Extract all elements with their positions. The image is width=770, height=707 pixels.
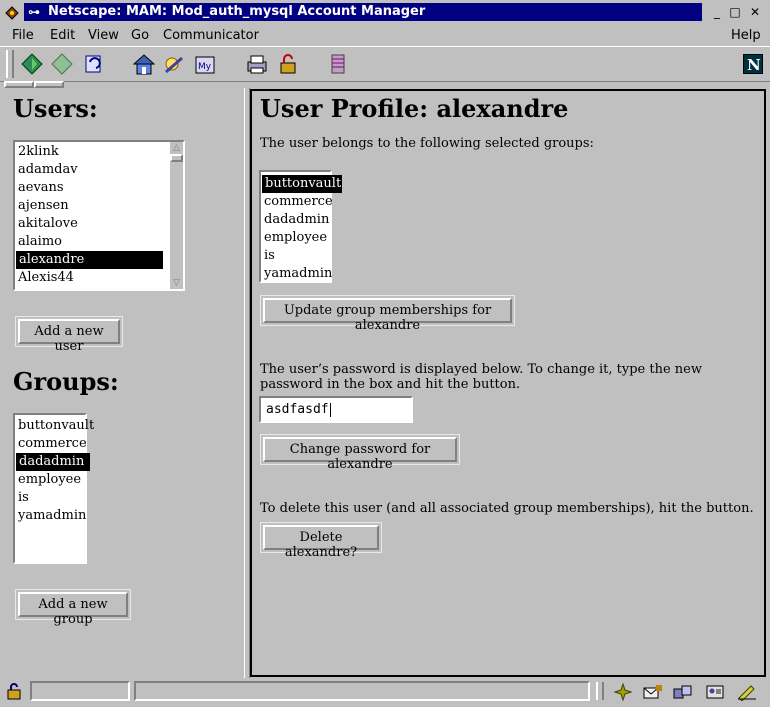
pin-icon[interactable]: ⊶ (28, 3, 40, 21)
scroll-thumb[interactable] (170, 154, 183, 162)
delete-intro-text: To delete this user (and all associated … (260, 501, 754, 516)
membership-list-item[interactable]: buttonvault (262, 175, 343, 193)
users-scrollbar[interactable]: △ ▽ (170, 142, 183, 289)
netscape-app-icon[interactable] (5, 5, 19, 20)
users-heading: Users: (13, 94, 98, 123)
groups-listbox[interactable]: buttonvault commerce dadadmin employee is yam… (13, 413, 94, 564)
user-list-item[interactable]: akitalove (15, 215, 167, 233)
forward-icon[interactable] (50, 52, 74, 76)
composer-icon[interactable] (736, 683, 758, 702)
membership-list-item[interactable]: employee (261, 229, 328, 247)
change-password-button[interactable]: Change password for alexandre (263, 437, 457, 472)
group-list-item[interactable]: yamadmin (15, 507, 86, 525)
group-list-item[interactable]: buttonvault (15, 417, 94, 435)
search-icon[interactable] (162, 52, 186, 76)
add-user-button[interactable]: Add a new user (18, 319, 120, 354)
mail-icon[interactable] (642, 683, 664, 701)
scroll-up-arrow-icon[interactable]: △ (170, 142, 183, 154)
menu-communicator[interactable]: Communicator (163, 28, 259, 43)
toolbar-grip[interactable] (6, 50, 14, 78)
newsgroups-icon[interactable] (672, 683, 694, 701)
window-title-text: Netscape: MAM: Mod_auth_mysql Account Ma… (48, 4, 426, 19)
minimize-button[interactable]: _ (710, 5, 724, 19)
group-list-item[interactable]: employee (15, 471, 83, 489)
status-message (134, 681, 590, 701)
address-book-icon[interactable] (704, 683, 726, 701)
group-list-item[interactable]: is (15, 489, 83, 507)
user-list-item[interactable]: alexandre (16, 251, 163, 269)
maximize-button[interactable]: □ (728, 5, 742, 19)
reload-icon[interactable] (82, 52, 106, 76)
groups-heading: Groups: (13, 367, 119, 396)
stop-icon[interactable] (326, 52, 350, 76)
add-user-button-frame: Add a new user (15, 316, 123, 354)
membership-list-item[interactable]: yamadmin (261, 265, 332, 283)
my-netscape-icon[interactable]: My (193, 52, 217, 76)
svg-text:My: My (198, 62, 212, 72)
scroll-down-arrow-icon[interactable]: ▽ (170, 277, 183, 289)
add-group-button-frame: Add a new group (15, 589, 131, 627)
membership-listbox[interactable]: buttonvault commerce dadadmin employee is yam… (259, 170, 343, 283)
update-groups-button[interactable]: Update group memberships for alexandre (263, 298, 512, 333)
text-cursor (329, 402, 331, 417)
user-list-item[interactable]: ajensen (15, 197, 167, 215)
membership-list-item[interactable]: commerce (261, 193, 333, 211)
collapsed-toolbar-tab[interactable] (34, 81, 64, 88)
group-list-item[interactable]: commerce (15, 435, 87, 453)
menu-edit[interactable]: Edit (50, 28, 75, 43)
users-list: 2klink adamdav aevans ajensen akitalove alaim… (15, 143, 167, 287)
add-group-button[interactable]: Add a new group (18, 592, 128, 627)
menu-help[interactable]: Help (731, 28, 761, 43)
close-button[interactable]: ✕ (748, 5, 762, 19)
menu-view[interactable]: View (88, 28, 119, 43)
groups-intro-text: The user belongs to the following select… (260, 136, 594, 151)
window-title: ⊶ Netscape: MAM: Mod_auth_mysql Account … (24, 3, 702, 21)
membership-list: buttonvault commerce dadadmin employee is yam… (261, 175, 343, 283)
update-groups-button-frame: Update group memberships for alexandre (260, 295, 515, 333)
window-title-bar: ⊶ Netscape: MAM: Mod_auth_mysql Account … (0, 0, 770, 24)
delete-user-button-frame: Delete alexandre? (260, 522, 382, 560)
navigator-icon[interactable] (613, 682, 633, 702)
navigation-toolbar (0, 46, 770, 82)
collapsed-toolbar-tab[interactable] (4, 81, 34, 88)
menu-go[interactable]: Go (131, 28, 149, 43)
user-list-item[interactable]: 2klink (15, 143, 167, 161)
delete-user-button[interactable]: Delete alexandre? (263, 525, 379, 560)
user-list-item[interactable]: alaimo (15, 233, 167, 251)
membership-list-item[interactable]: is (261, 247, 328, 265)
groups-list: buttonvault commerce dadadmin employee is yam… (15, 417, 94, 525)
security-icon[interactable] (276, 52, 300, 76)
security-lock-icon[interactable] (6, 683, 24, 701)
user-list-item[interactable]: aevans (15, 179, 167, 197)
progress-bar (30, 681, 130, 701)
password-field[interactable]: asdfasdf (259, 396, 413, 423)
home-icon[interactable] (132, 52, 156, 76)
users-listbox[interactable]: 2klink adamdav aevans ajensen akitalove alaim… (13, 140, 185, 291)
membership-list-item[interactable]: dadadmin (261, 211, 329, 229)
back-icon[interactable] (20, 52, 44, 76)
print-icon[interactable] (245, 52, 269, 76)
change-password-button-frame: Change password for alexandre (260, 434, 460, 472)
user-list-item[interactable]: Alexis44 (15, 269, 167, 287)
password-intro-text: The user’s password is displayed below. … (260, 362, 702, 392)
group-list-item[interactable]: dadadmin (16, 453, 91, 471)
menu-file[interactable]: File (12, 28, 34, 43)
status-grip[interactable] (596, 682, 604, 700)
password-value: asdfasdf (266, 402, 331, 417)
netscape-logo-icon[interactable]: N (743, 54, 763, 74)
svg-text:N: N (747, 56, 761, 73)
user-list-item[interactable]: adamdav (15, 161, 167, 179)
profile-heading: User Profile: alexandre (260, 94, 569, 123)
